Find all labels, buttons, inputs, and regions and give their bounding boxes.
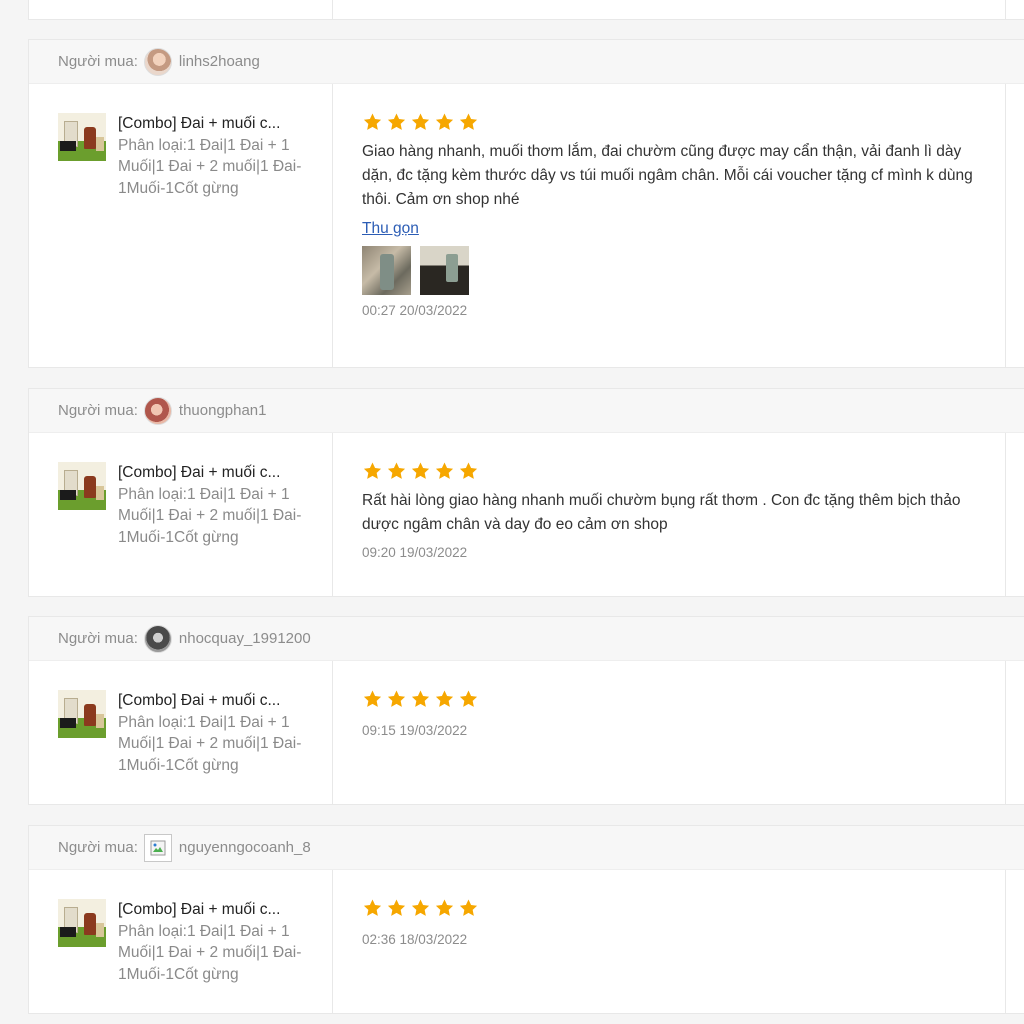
- star-icon: [411, 462, 430, 479]
- star-icon: [387, 113, 406, 130]
- product-info: [Combo] Đai + muối c... Phân loại:1 Đai|…: [29, 84, 333, 367]
- review-time: 02:36 18/03/2022: [362, 932, 468, 947]
- column-divider: [1005, 0, 1006, 19]
- product-name[interactable]: [Combo] Đai + muối c...: [118, 113, 308, 135]
- product-name[interactable]: [Combo] Đai + muối c...: [118, 462, 308, 484]
- product-thumbnail[interactable]: [58, 690, 106, 738]
- buyer-label: Người mua:: [58, 53, 138, 70]
- product-name[interactable]: [Combo] Đai + muối c...: [118, 899, 308, 921]
- product-variant: Phân loại:1 Đai|1 Đai + 1 Muối|1 Đai + 2…: [118, 136, 302, 197]
- product-name[interactable]: [Combo] Đai + muối c...: [118, 690, 308, 712]
- review-time: 09:15 19/03/2022: [362, 723, 468, 738]
- review-content: Rất hài lòng giao hàng nhanh muối chườm …: [333, 433, 1006, 596]
- review-card: Người mua: linhs2hoang [Combo] Đai + muố…: [28, 39, 1024, 368]
- buyer-label: Người mua:: [58, 402, 138, 419]
- buyer-avatar[interactable]: [143, 47, 172, 76]
- product-thumbnail[interactable]: [58, 113, 106, 161]
- review-card: Người mua: nguyenngocoanh_8 [Combo] Đai …: [28, 825, 1024, 1014]
- review-body: [Combo] Đai + muối c... Phân loại:1 Đai|…: [29, 433, 1024, 596]
- broken-image-icon[interactable]: [143, 833, 172, 862]
- review-header: Người mua: thuongphan1: [29, 389, 1024, 433]
- column-divider: [1005, 661, 1006, 804]
- review-content: 09:15 19/03/2022: [333, 661, 1006, 804]
- star-icon: [387, 690, 406, 707]
- review-header: Người mua: linhs2hoang: [29, 40, 1024, 84]
- star-icon: [363, 899, 382, 916]
- buyer-username[interactable]: linhs2hoang: [179, 53, 260, 70]
- buyer-username[interactable]: nhocquay_1991200: [179, 630, 311, 647]
- review-content: Giao hàng nhanh, muối thơm lắm, đai chườ…: [333, 84, 1006, 367]
- column-divider: [1005, 84, 1006, 367]
- star-icon: [459, 899, 478, 916]
- review-body: [Combo] Đai + muối c... Phân loại:1 Đai|…: [29, 84, 1024, 367]
- star-rating: [362, 689, 982, 709]
- review-photo[interactable]: [362, 246, 411, 295]
- star-icon: [435, 462, 454, 479]
- previous-review-card-edge: [28, 0, 1024, 20]
- star-rating: [362, 898, 982, 918]
- product-info: [Combo] Đai + muối c... Phân loại:1 Đai|…: [29, 870, 333, 1013]
- column-divider: [1005, 433, 1006, 596]
- star-icon: [411, 690, 430, 707]
- star-icon: [363, 113, 382, 130]
- star-icon: [387, 462, 406, 479]
- star-icon: [459, 690, 478, 707]
- review-body: [Combo] Đai + muối c... Phân loại:1 Đai|…: [29, 661, 1024, 804]
- review-header: Người mua: nguyenngocoanh_8: [29, 826, 1024, 870]
- review-header: Người mua: nhocquay_1991200: [29, 617, 1024, 661]
- product-variant: Phân loại:1 Đai|1 Đai + 1 Muối|1 Đai + 2…: [118, 485, 302, 546]
- product-info: [Combo] Đai + muối c... Phân loại:1 Đai|…: [29, 661, 333, 804]
- product-variant: Phân loại:1 Đai|1 Đai + 1 Muối|1 Đai + 2…: [118, 922, 302, 983]
- product-info: [Combo] Đai + muối c... Phân loại:1 Đai|…: [29, 433, 333, 596]
- star-icon: [363, 690, 382, 707]
- buyer-label: Người mua:: [58, 839, 138, 856]
- collapse-link[interactable]: Thu gọn: [362, 220, 419, 238]
- review-body: [Combo] Đai + muối c... Phân loại:1 Đai|…: [29, 870, 1024, 1013]
- review-photo[interactable]: [420, 246, 469, 295]
- column-divider: [332, 0, 333, 19]
- buyer-username[interactable]: thuongphan1: [179, 402, 267, 419]
- buyer-avatar[interactable]: [143, 396, 172, 425]
- star-icon: [387, 899, 406, 916]
- review-text: Giao hàng nhanh, muối thơm lắm, đai chườ…: [362, 143, 973, 208]
- star-icon: [435, 690, 454, 707]
- star-icon: [459, 113, 478, 130]
- buyer-label: Người mua:: [58, 630, 138, 647]
- star-icon: [411, 899, 430, 916]
- star-icon: [411, 113, 430, 130]
- buyer-username[interactable]: nguyenngocoanh_8: [179, 839, 311, 856]
- column-divider: [1005, 870, 1006, 1013]
- product-thumbnail[interactable]: [58, 462, 106, 510]
- star-icon: [435, 113, 454, 130]
- buyer-avatar[interactable]: [143, 624, 172, 653]
- star-rating: [362, 461, 982, 481]
- review-card: Người mua: thuongphan1 [Combo] Đai + muố…: [28, 388, 1024, 597]
- review-card: Người mua: nhocquay_1991200 [Combo] Đai …: [28, 616, 1024, 805]
- review-text: Rất hài lòng giao hàng nhanh muối chườm …: [362, 492, 961, 533]
- review-photos: [362, 246, 982, 295]
- review-time: 00:27 20/03/2022: [362, 303, 468, 318]
- star-rating: [362, 112, 982, 132]
- product-variant: Phân loại:1 Đai|1 Đai + 1 Muối|1 Đai + 2…: [118, 713, 302, 774]
- product-thumbnail[interactable]: [58, 899, 106, 947]
- star-icon: [435, 899, 454, 916]
- star-icon: [363, 462, 382, 479]
- review-time: 09:20 19/03/2022: [362, 545, 468, 560]
- star-icon: [459, 462, 478, 479]
- review-content: 02:36 18/03/2022: [333, 870, 1006, 1013]
